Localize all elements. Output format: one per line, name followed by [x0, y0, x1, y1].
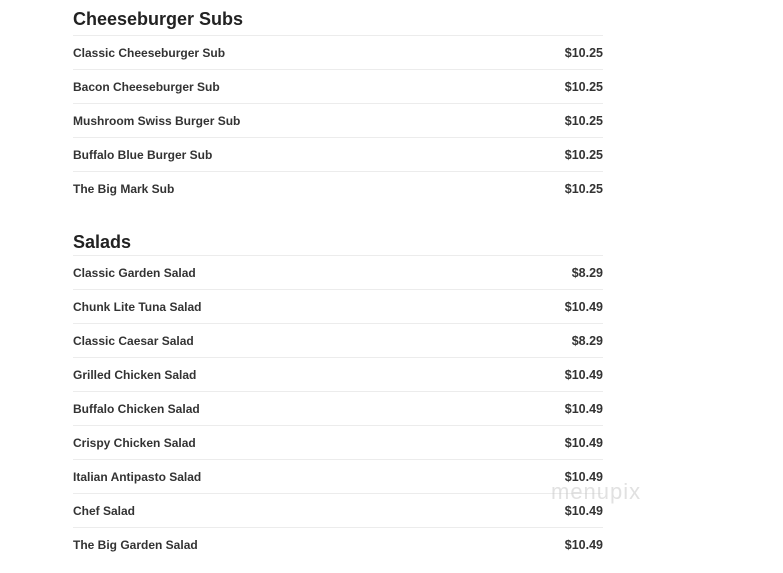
- menu-item: Italian Antipasto Salad $10.49: [73, 460, 603, 494]
- item-name: Italian Antipasto Salad: [73, 469, 202, 484]
- section-title-cheeseburger-subs: Cheeseburger Subs: [73, 0, 603, 36]
- item-price: $10.49: [564, 401, 603, 416]
- menu-item: The Big Mark Sub $10.25: [73, 172, 603, 205]
- menu-item: Buffalo Chicken Salad $10.49: [73, 392, 603, 426]
- item-price: $10.49: [564, 367, 603, 382]
- menu-item: Chunk Lite Tuna Salad $10.49: [73, 290, 603, 324]
- menu: Cheeseburger Subs Classic Cheeseburger S…: [73, 0, 603, 561]
- menu-item: Classic Caesar Salad $8.29: [73, 324, 603, 358]
- item-name: Chef Salad: [73, 503, 136, 518]
- item-price: $8.29: [571, 265, 603, 280]
- menu-item: The Big Garden Salad $10.49: [73, 528, 603, 561]
- item-price: $10.25: [564, 79, 603, 94]
- item-price: $8.29: [571, 333, 603, 348]
- item-price: $10.25: [564, 113, 603, 128]
- item-price: $10.49: [564, 299, 603, 314]
- item-name: Classic Garden Salad: [73, 265, 196, 280]
- menu-item: Classic Cheeseburger Sub $10.25: [73, 36, 603, 70]
- item-price: $10.25: [564, 45, 603, 60]
- item-name: Classic Caesar Salad: [73, 333, 194, 348]
- item-name: Buffalo Blue Burger Sub: [73, 147, 213, 162]
- item-name: Grilled Chicken Salad: [73, 367, 197, 382]
- menu-item: Crispy Chicken Salad $10.49: [73, 426, 603, 460]
- menu-item: Buffalo Blue Burger Sub $10.25: [73, 138, 603, 172]
- menu-item: Mushroom Swiss Burger Sub $10.25: [73, 104, 603, 138]
- watermark-logo: menupix: [551, 479, 642, 504]
- item-name: Bacon Cheeseburger Sub: [73, 79, 220, 94]
- item-name: Chunk Lite Tuna Salad: [73, 299, 202, 314]
- item-name: Buffalo Chicken Salad: [73, 401, 200, 416]
- item-price: $10.25: [564, 181, 603, 196]
- menu-item: Bacon Cheeseburger Sub $10.25: [73, 70, 603, 104]
- section-title-salads: Salads: [73, 229, 603, 256]
- menu-item: Grilled Chicken Salad $10.49: [73, 358, 603, 392]
- menu-item: Classic Garden Salad $8.29: [73, 256, 603, 290]
- item-name: The Big Garden Salad: [73, 537, 198, 552]
- item-price: $10.25: [564, 147, 603, 162]
- menu-item: Chef Salad $10.49: [73, 494, 603, 528]
- item-price: $10.49: [564, 435, 603, 450]
- item-name: Classic Cheeseburger Sub: [73, 45, 226, 60]
- item-name: Crispy Chicken Salad: [73, 435, 196, 450]
- item-name: Mushroom Swiss Burger Sub: [73, 113, 241, 128]
- item-name: The Big Mark Sub: [73, 181, 175, 196]
- item-price: $10.49: [564, 537, 603, 552]
- item-price: $10.49: [564, 503, 603, 518]
